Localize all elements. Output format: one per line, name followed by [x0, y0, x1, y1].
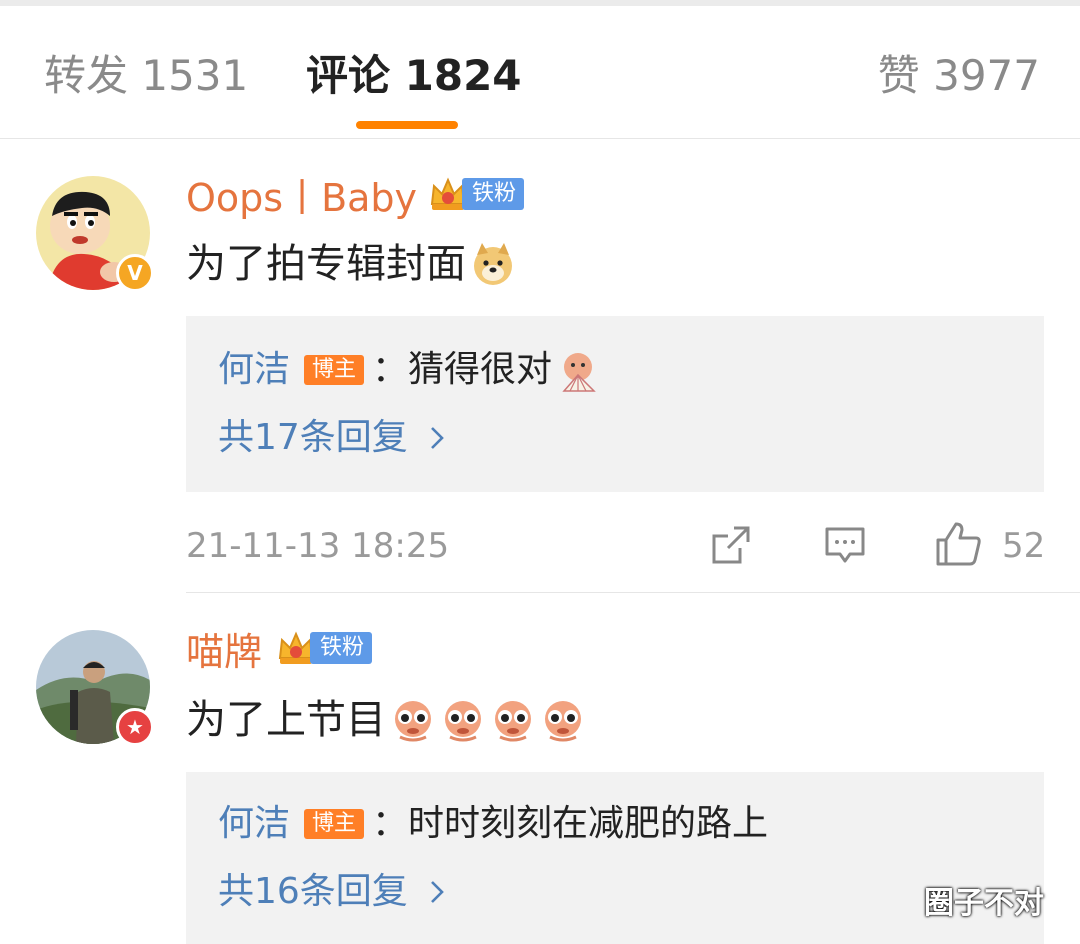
chevron-right-icon — [430, 881, 444, 903]
top-strip — [0, 0, 1080, 6]
reply-box[interactable]: 何洁 博主 ：时时刻刻在减肥的路上 共16条回复 — [186, 772, 1044, 944]
host-badge: 博主 — [304, 355, 365, 385]
fan-emoji-icon — [562, 353, 596, 392]
reply-line: 何洁 博主 ：时时刻刻在减肥的路上 — [218, 800, 768, 848]
more-replies-label: 共16条回复 — [218, 871, 408, 912]
host-badge: 博主 — [304, 809, 365, 839]
fan-badge-label: 铁粉 — [310, 632, 373, 664]
comment-text: 为了拍专辑封面 — [186, 241, 466, 287]
reply-text: ：时时刻刻在减肥的路上 — [372, 803, 769, 844]
fan-badge-label: 铁粉 — [462, 178, 525, 210]
avatar[interactable]: V — [36, 176, 154, 292]
tab-comment[interactable]: 评论 1824 — [306, 48, 522, 104]
like-icon[interactable] — [934, 520, 982, 568]
comment-username[interactable]: Oops丨Baby — [186, 174, 417, 222]
eyes-emoji-icon — [445, 701, 481, 742]
more-replies-link[interactable]: 共16条回复 — [218, 868, 444, 916]
tab-like[interactable]: 赞 3977 — [878, 48, 1040, 104]
comment-icon[interactable] — [824, 524, 866, 566]
reply-box[interactable]: 何洁 博主 ：猜得很对 共17条回复 — [186, 316, 1044, 492]
verified-badge-icon: V — [116, 254, 154, 292]
comment-text-row: 为了上节目 — [186, 694, 586, 746]
reply-line: 何洁 博主 ：猜得很对 — [218, 346, 602, 394]
comment-text-row: 为了拍专辑封面 — [186, 238, 516, 290]
avatar[interactable]: ★ — [36, 630, 154, 746]
fan-badge[interactable]: 铁粉 — [428, 172, 525, 216]
star-badge-icon: ★ — [116, 708, 154, 746]
more-replies-link[interactable]: 共17条回复 — [218, 414, 444, 462]
like-count: 52 — [1002, 526, 1046, 566]
eyes-emoji-icon — [395, 701, 431, 742]
comment-divider — [186, 592, 1080, 593]
tab-divider — [0, 138, 1080, 139]
more-replies-label: 共17条回复 — [218, 417, 408, 458]
watermark: 圈子不对 — [924, 886, 1044, 921]
eyes-emoji-icon — [495, 701, 531, 742]
doge-emoji-icon — [474, 243, 512, 285]
comment-username[interactable]: 喵牌 — [186, 628, 262, 676]
tab-repost[interactable]: 转发 1531 — [44, 48, 248, 104]
reply-text: ：猜得很对 — [372, 349, 553, 390]
chevron-right-icon — [430, 427, 444, 449]
comment-text: 为了上节目 — [186, 697, 386, 743]
active-tab-indicator — [356, 121, 458, 129]
fan-badge[interactable]: 铁粉 — [276, 626, 373, 670]
reply-author[interactable]: 何洁 — [218, 346, 290, 394]
reply-author[interactable]: 何洁 — [218, 800, 290, 848]
eyes-emoji-icon — [545, 701, 581, 742]
share-icon[interactable] — [710, 524, 752, 566]
comment-timestamp: 21-11-13 18:25 — [186, 526, 450, 566]
